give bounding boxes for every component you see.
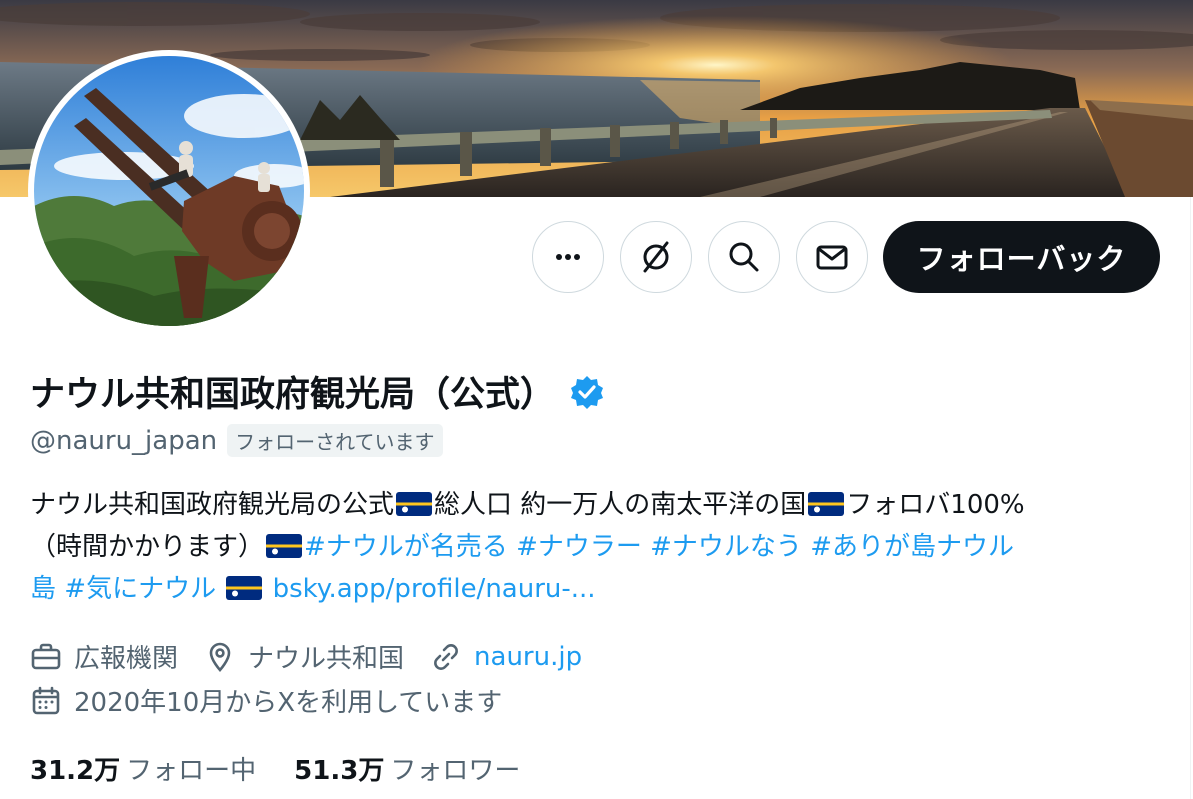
bluesky-link[interactable]: bsky.app/profile/nauru-... xyxy=(273,574,596,604)
following-label: フォロー中 xyxy=(126,756,257,786)
ellipsis-icon xyxy=(556,254,580,260)
more-button[interactable] xyxy=(532,221,604,293)
category-item: 広報機関 xyxy=(30,638,178,675)
message-button[interactable] xyxy=(796,221,868,293)
bio-text: フォロバ100% xyxy=(846,490,1025,520)
nauru-flag-icon xyxy=(808,492,845,516)
mail-icon xyxy=(816,245,848,270)
joined-item: 2020年10月からXを利用しています xyxy=(30,682,502,719)
bio: ナウル共和国政府観光局の公式 総人口 約一万人の南太平洋の国 フォロバ100% （時… xyxy=(30,484,1170,610)
grok-icon xyxy=(643,241,669,273)
nauru-flag-icon xyxy=(396,492,433,516)
search-icon xyxy=(729,242,759,272)
bio-text: （時間かかります） xyxy=(30,532,265,562)
followers-stat[interactable]: 51.3万 フォロワー xyxy=(294,750,520,787)
grok-button[interactable] xyxy=(620,221,692,293)
display-name: ナウル共和国政府観光局（公式） xyxy=(30,375,556,415)
location-pin-icon xyxy=(209,642,231,672)
hashtag-link[interactable]: #ありが島ナウル xyxy=(810,532,1014,562)
hashtag-link[interactable]: #ナウラー xyxy=(516,532,642,562)
hashtag-link[interactable]: 島 xyxy=(30,574,56,604)
bio-text: 総人口 約一万人の南太平洋の国 xyxy=(434,490,807,520)
website-item[interactable]: nauru.jp xyxy=(430,641,582,673)
calendar-icon xyxy=(32,686,60,714)
follow-stats: 31.2万 フォロー中 51.3万 フォロワー xyxy=(30,750,558,787)
location-item: ナウル共和国 xyxy=(204,638,404,675)
link-icon xyxy=(434,643,458,670)
verified-badge-icon[interactable] xyxy=(569,374,605,410)
follows-you-badge: フォローされています xyxy=(227,424,443,457)
followers-count: 51.3万 xyxy=(294,756,385,786)
hashtag-link[interactable]: #気にナウル xyxy=(64,574,216,604)
bio-text: ナウル共和国政府観光局の公式 xyxy=(30,490,395,520)
handle: @nauru_japan xyxy=(30,425,218,456)
nauru-flag-icon xyxy=(226,576,263,600)
handle-row: @nauru_japan フォローされています xyxy=(30,424,443,457)
nauru-flag-icon xyxy=(266,534,303,558)
follow-back-button[interactable]: フォローバック xyxy=(883,221,1160,293)
profile-meta: 広報機関 ナウル共和国 nauru.jp xyxy=(30,638,608,675)
hashtag-link[interactable]: #ナウルなう xyxy=(650,532,802,562)
location-text: ナウル共和国 xyxy=(248,644,405,674)
joined-text: 2020年10月からXを利用しています xyxy=(74,688,503,718)
hashtag-link[interactable]: #ナウルが名売る xyxy=(304,532,508,562)
avatar[interactable] xyxy=(28,50,310,332)
followers-label: フォロワー xyxy=(390,756,521,786)
following-count: 31.2万 xyxy=(30,756,121,786)
website-link[interactable]: nauru.jp xyxy=(474,642,582,672)
column-divider xyxy=(1190,197,1191,799)
following-stat[interactable]: 31.2万 フォロー中 xyxy=(30,750,256,787)
category-text: 広報機関 xyxy=(74,644,179,674)
search-button[interactable] xyxy=(708,221,780,293)
joined-row: 2020年10月からXを利用しています xyxy=(30,682,528,719)
profile-name-row: ナウル共和国政府観光局（公式） xyxy=(30,366,605,417)
briefcase-icon xyxy=(31,643,61,669)
